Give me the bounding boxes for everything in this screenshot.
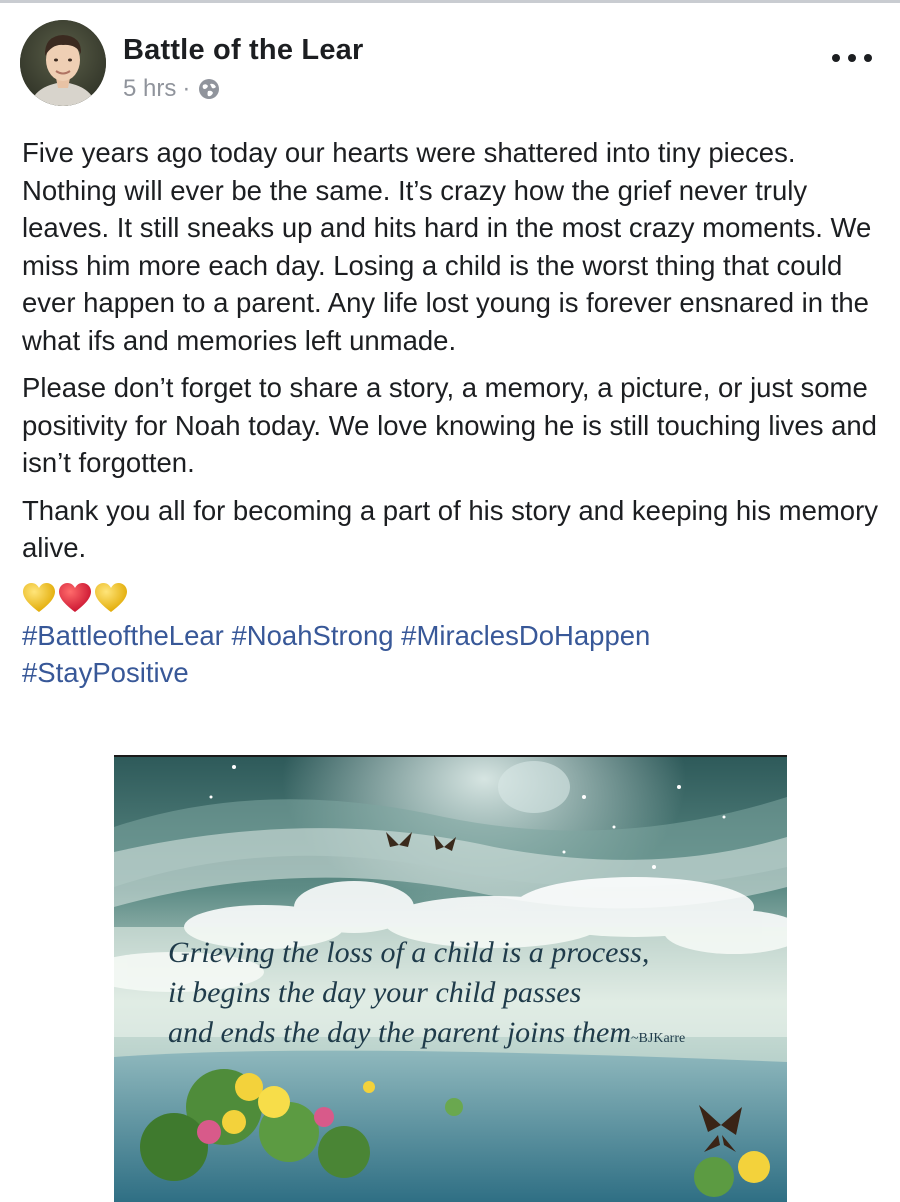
quote-line: it begins the day your child passes: [168, 976, 582, 1009]
yellow-heart-icon: [95, 582, 127, 612]
hashtag-link[interactable]: #StayPositive: [22, 657, 189, 688]
hashtag-link[interactable]: #MiraclesDoHappen: [401, 620, 650, 651]
author-name[interactable]: Battle of the Lear: [123, 34, 363, 67]
more-options-button[interactable]: [832, 48, 872, 68]
emoji-row: [22, 581, 882, 615]
post-image[interactable]: Grieving the loss of a child is a proces…: [114, 755, 787, 1202]
quote-attribution: ~BJKarre: [630, 1031, 686, 1046]
hashtag-list: #BattleoftheLear #NoahStrong #MiraclesDo…: [22, 617, 882, 692]
post-timestamp[interactable]: 5 hrs: [123, 75, 176, 103]
red-heart-icon: [59, 582, 91, 612]
post-paragraph-3: Thank you all for becoming a part of his…: [22, 494, 878, 564]
hashtag-link[interactable]: #NoahStrong: [231, 620, 393, 651]
post-paragraph-1: Five years ago today our hearts were sha…: [22, 137, 872, 356]
yellow-heart-icon: [23, 582, 55, 612]
quote-line: Grieving the loss of a child is a proces…: [168, 936, 650, 969]
image-quote: Grieving the loss of a child is a proces…: [168, 933, 778, 1059]
meta-separator: ·: [182, 75, 191, 102]
more-horizontal-icon: [832, 54, 840, 62]
post-header: Battle of the Lear 5 hrs ·: [20, 18, 880, 110]
top-divider: [0, 0, 900, 3]
post-meta: 5 hrs ·: [123, 74, 220, 104]
hashtag-link[interactable]: #BattleoftheLear: [22, 620, 224, 651]
post-paragraph-2: Please don’t forget to share a story, a …: [22, 372, 877, 478]
avatar[interactable]: [20, 20, 106, 106]
quote-line: and ends the day the parent joins them~B…: [168, 1016, 686, 1049]
globe-icon: [198, 78, 220, 100]
post-body: Five years ago today our hearts were sha…: [22, 134, 882, 692]
